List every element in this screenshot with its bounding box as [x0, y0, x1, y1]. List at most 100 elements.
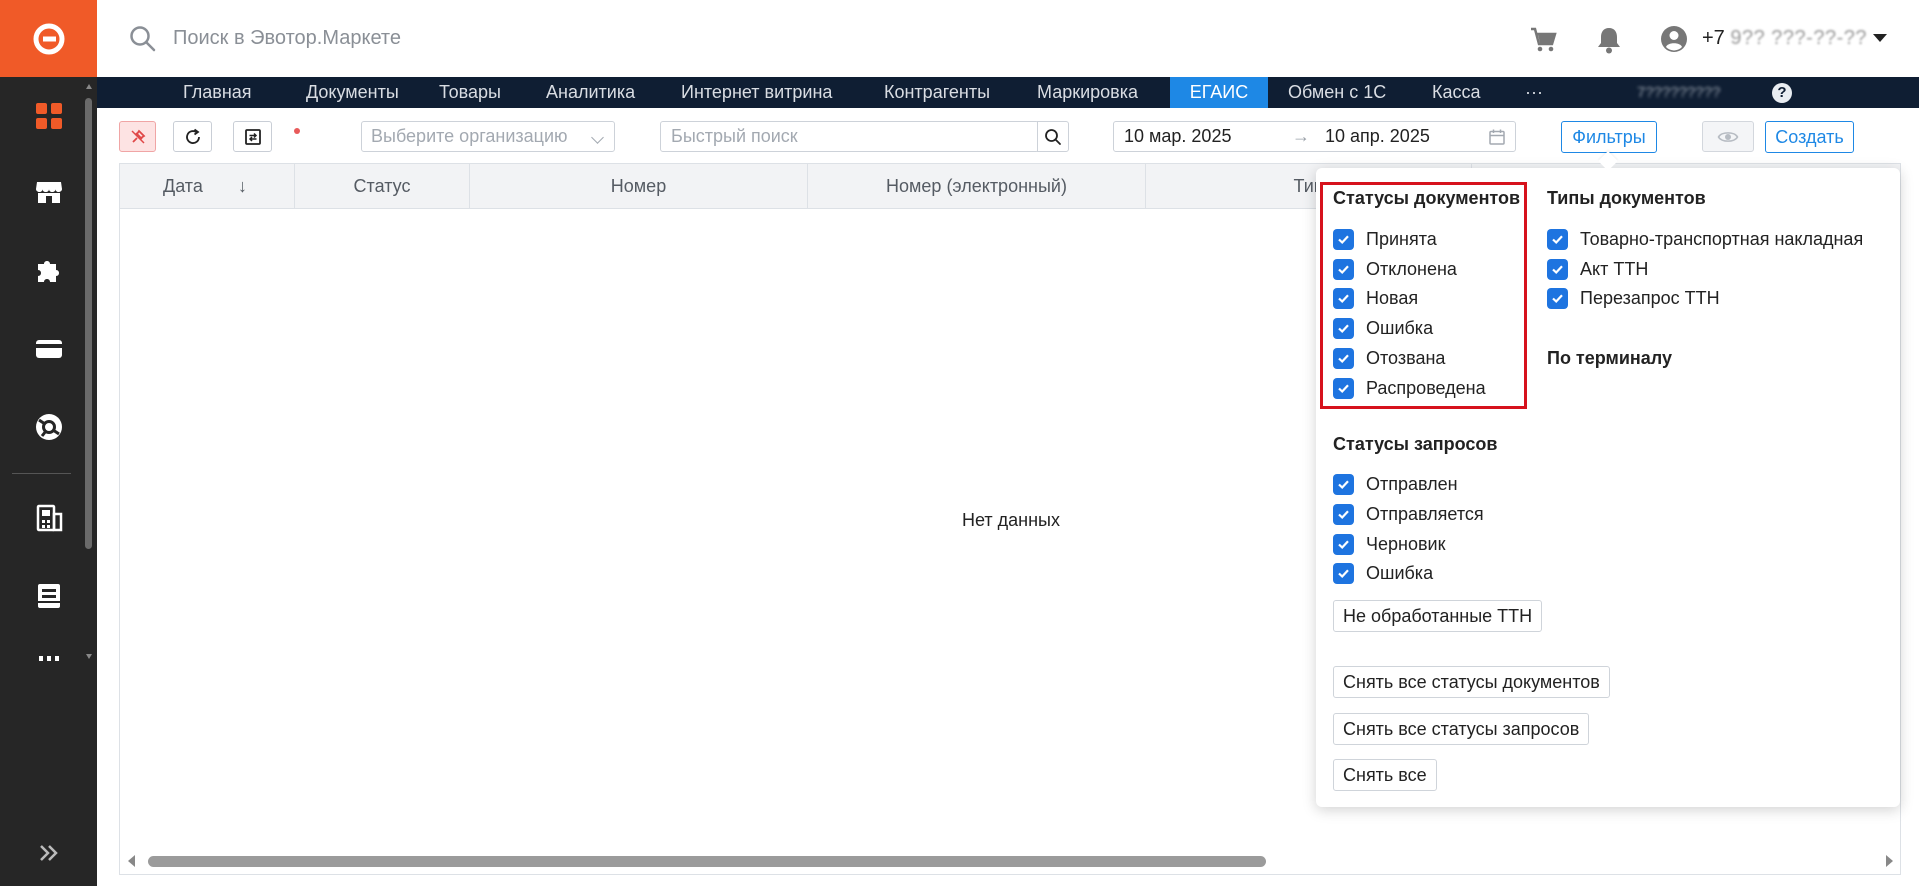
market-search-input[interactable]: Поиск в Эвотор.Маркете — [173, 27, 401, 50]
checkbox-checked-icon[interactable] — [1547, 258, 1568, 280]
nav-item-products[interactable]: Товары — [430, 77, 510, 108]
doc-type-rerequest[interactable]: Перезапрос ТТН — [1547, 286, 1720, 310]
filters-button[interactable]: Фильтры — [1561, 121, 1657, 153]
checkbox-checked-icon[interactable] — [1333, 473, 1354, 495]
unprocessed-waybills-button[interactable]: Не обработанные ТТН — [1333, 600, 1543, 632]
request-status-label: Отправляется — [1366, 503, 1484, 524]
column-header-date[interactable]: Дата ↓ — [120, 164, 295, 209]
avatar-icon[interactable] — [1660, 25, 1688, 53]
checkbox-checked-icon[interactable] — [1333, 533, 1354, 555]
date-to[interactable]: 10 апр. 2025 — [1325, 126, 1430, 147]
checkbox-checked-icon[interactable] — [1333, 562, 1354, 584]
checkbox-checked-icon[interactable] — [1547, 287, 1568, 309]
doc-status-label: Принята — [1366, 228, 1437, 249]
checkbox-checked-icon[interactable] — [1333, 228, 1354, 250]
column-header-number[interactable]: Номер — [470, 164, 808, 209]
receipt-icon[interactable] — [31, 578, 66, 613]
doc-status-unposted[interactable]: Распроведена — [1333, 376, 1486, 400]
sidebar-scroll-down[interactable] — [86, 654, 92, 659]
scroll-left-arrow[interactable] — [128, 855, 135, 867]
nav-item-egais[interactable]: ЕГАИС — [1170, 77, 1268, 108]
column-header-status[interactable]: Статус — [295, 164, 470, 209]
checkbox-checked-icon[interactable] — [1333, 258, 1354, 280]
export-button[interactable] — [233, 121, 272, 152]
checkbox-checked-icon[interactable] — [1333, 503, 1354, 525]
nav-item-1c-exchange[interactable]: Обмен с 1С — [1279, 77, 1395, 108]
nav-more-icon[interactable]: ··· — [1516, 77, 1552, 108]
sidebar-scrollbar[interactable] — [85, 98, 92, 549]
unpin-button[interactable] — [119, 121, 156, 152]
sort-desc-icon[interactable]: ↓ — [238, 177, 247, 195]
checkbox-checked-icon[interactable] — [1333, 347, 1354, 369]
request-status-error[interactable]: Ошибка — [1333, 561, 1433, 585]
column-date-label: Дата — [163, 176, 203, 196]
user-phone[interactable]: +7 9?? ???-??-?? — [1702, 27, 1867, 50]
phone-masked: 9?? ???-??-?? — [1730, 27, 1867, 49]
card-icon[interactable] — [31, 331, 66, 366]
refresh-button[interactable] — [173, 121, 212, 152]
nav-item-web-store[interactable]: Интернет витрина — [672, 77, 841, 108]
doc-status-error[interactable]: Ошибка — [1333, 316, 1433, 340]
bell-icon[interactable] — [1595, 25, 1623, 55]
checkbox-checked-icon[interactable] — [1333, 377, 1354, 399]
horizontal-scrollbar[interactable] — [148, 856, 1266, 867]
checkbox-checked-icon[interactable] — [1333, 317, 1354, 339]
request-status-draft[interactable]: Черновик — [1333, 532, 1445, 556]
doc-status-label: Отозвана — [1366, 347, 1446, 368]
request-statuses-title: Статусы запросов — [1333, 434, 1498, 454]
refresh-icon — [185, 128, 200, 144]
help-icon[interactable]: ? — [1772, 83, 1792, 103]
user-menu-caret-icon[interactable] — [1873, 34, 1887, 42]
doc-type-waybill[interactable]: Товарно-транспортная накладная — [1547, 227, 1863, 251]
clear-request-statuses-button[interactable]: Снять все статусы запросов — [1333, 713, 1590, 745]
doc-status-label: Отклонена — [1366, 258, 1457, 279]
dashboard-icon[interactable] — [31, 98, 66, 133]
doc-status-label: Ошибка — [1366, 317, 1434, 338]
nav-item-cashbox[interactable]: Касса — [1423, 77, 1490, 108]
cart-icon[interactable] — [1528, 25, 1558, 55]
quick-search-input[interactable]: Быстрый поиск — [660, 121, 1039, 152]
filters-panel: Статусы документов Принята Отклонена Нов… — [1316, 168, 1900, 807]
view-settings-button[interactable] — [1702, 121, 1754, 152]
sidebar — [0, 0, 97, 886]
search-icon[interactable] — [129, 25, 157, 53]
create-button[interactable]: Создать — [1765, 121, 1854, 153]
doc-status-rejected[interactable]: Отклонена — [1333, 257, 1457, 281]
nav-item-home[interactable]: Главная — [174, 77, 261, 108]
support-icon[interactable] — [31, 409, 66, 444]
request-status-sending[interactable]: Отправляется — [1333, 502, 1484, 526]
scroll-right-arrow[interactable] — [1886, 855, 1893, 867]
chevron-down-icon — [591, 131, 604, 144]
doc-type-label: Перезапрос ТТН — [1580, 287, 1720, 308]
doc-status-new[interactable]: Новая — [1333, 286, 1418, 310]
partial-icon[interactable] — [31, 656, 66, 670]
clear-doc-statuses-button[interactable]: Снять все статусы документов — [1333, 666, 1610, 698]
date-from[interactable]: 10 мар. 2025 — [1124, 126, 1231, 147]
puzzle-icon[interactable] — [31, 253, 66, 288]
quick-search-button[interactable] — [1037, 121, 1069, 152]
checkbox-checked-icon[interactable] — [1547, 228, 1568, 250]
nav-item-documents[interactable]: Документы — [297, 77, 408, 108]
store-icon[interactable] — [31, 174, 66, 209]
clear-all-button[interactable]: Снять все — [1333, 759, 1437, 791]
evotor-logo-icon — [33, 23, 64, 54]
nav-item-marking[interactable]: Маркировка — [1028, 77, 1147, 108]
doc-status-accepted[interactable]: Принята — [1333, 227, 1437, 251]
phone-prefix: +7 — [1702, 27, 1725, 49]
sidebar-scroll-up[interactable] — [86, 84, 92, 89]
expand-sidebar-icon[interactable] — [31, 836, 66, 870]
doc-type-act[interactable]: Акт ТТН — [1547, 257, 1648, 281]
doc-types-title: Типы документов — [1547, 188, 1706, 208]
doc-status-revoked[interactable]: Отозвана — [1333, 346, 1445, 370]
terminal-icon[interactable] — [31, 500, 66, 535]
request-status-sent[interactable]: Отправлен — [1333, 472, 1458, 496]
checkbox-checked-icon[interactable] — [1333, 287, 1354, 309]
column-header-e-number[interactable]: Номер (электронный) — [808, 164, 1146, 209]
nav-item-analytics[interactable]: Аналитика — [537, 77, 644, 108]
evotor-logo[interactable] — [0, 0, 97, 77]
terminal-filter-title[interactable]: По терминалу — [1547, 348, 1672, 369]
doc-status-label: Новая — [1366, 287, 1419, 308]
organization-select[interactable]: Выберите организацию — [361, 121, 615, 152]
date-range-picker[interactable]: 10 мар. 2025 → 10 апр. 2025 — [1113, 121, 1516, 152]
nav-item-contractors[interactable]: Контрагенты — [875, 77, 999, 108]
